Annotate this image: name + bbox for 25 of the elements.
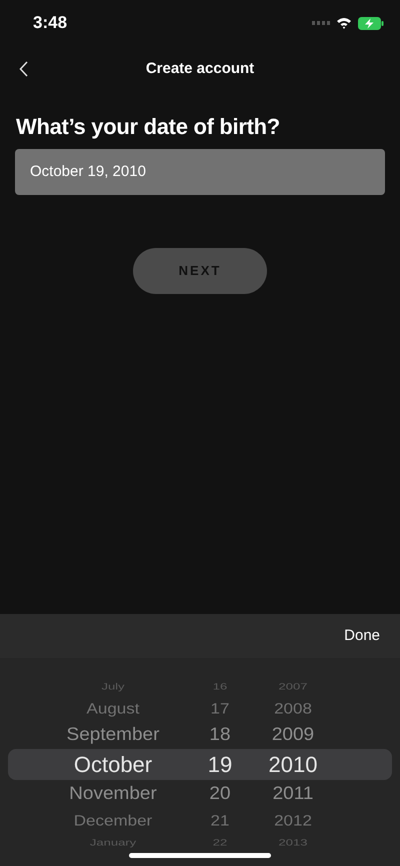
year-option[interactable]: 2012 bbox=[260, 810, 326, 832]
month-option[interactable]: September bbox=[48, 722, 178, 748]
year-option[interactable]: 2008 bbox=[260, 698, 326, 720]
question-heading: What’s your date of birth? bbox=[15, 113, 281, 141]
status-time: 3:48 bbox=[33, 12, 68, 34]
battery-charging-icon bbox=[358, 16, 384, 30]
day-option[interactable]: 17 bbox=[203, 698, 237, 720]
year-option[interactable]: 2011 bbox=[260, 780, 326, 808]
signal-icon bbox=[312, 20, 330, 26]
month-option[interactable]: October bbox=[48, 749, 178, 780]
month-option[interactable]: August bbox=[48, 698, 178, 720]
wifi-icon bbox=[336, 17, 352, 29]
day-option[interactable]: 20 bbox=[203, 780, 237, 808]
screen-title: Create account bbox=[146, 58, 254, 79]
picker-selected-row[interactable]: October 19 2010 bbox=[8, 749, 392, 780]
done-button[interactable]: Done bbox=[344, 624, 380, 648]
year-option[interactable]: 2010 bbox=[260, 749, 326, 780]
date-field[interactable]: October 19, 2010 bbox=[15, 149, 385, 195]
month-option[interactable]: December bbox=[48, 810, 178, 832]
day-option[interactable]: 21 bbox=[203, 810, 237, 832]
chevron-left-icon bbox=[19, 61, 29, 77]
month-option[interactable]: November bbox=[48, 780, 178, 808]
day-option[interactable]: 19 bbox=[203, 749, 237, 780]
day-option[interactable]: 18 bbox=[203, 722, 237, 748]
year-option[interactable]: 2009 bbox=[260, 722, 326, 748]
